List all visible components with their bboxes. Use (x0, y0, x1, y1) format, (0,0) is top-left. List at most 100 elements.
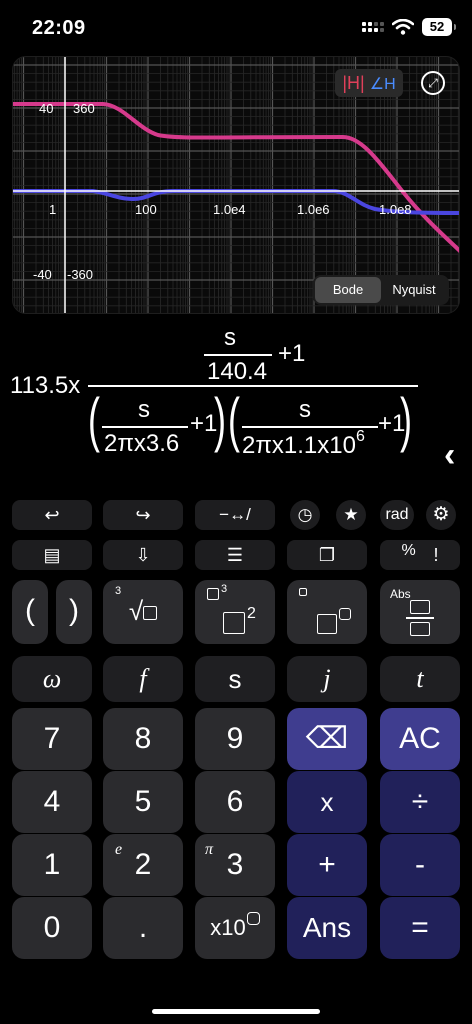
y-right-label-bottom: -360 (67, 267, 94, 282)
radical-sign: √ (128, 596, 144, 626)
cube-root-index: 3 (115, 585, 122, 597)
abs-fraction-key[interactable]: Abs (380, 580, 460, 644)
equals-key[interactable]: = (380, 897, 460, 959)
divide-key[interactable]: ÷ (380, 771, 460, 833)
e-label: e (115, 841, 123, 858)
x-label-1: 1 (49, 202, 57, 217)
cellular-icon (362, 22, 384, 32)
close-paren-key[interactable]: ) (56, 580, 92, 644)
x-label-1e4: 1.0e4 (213, 202, 246, 217)
gear-icon[interactable]: ⚙ (426, 500, 456, 530)
digit-7-key[interactable]: 7 (12, 708, 92, 770)
times-ten-label: x10 (210, 915, 246, 940)
status-icons: 52 (362, 18, 456, 36)
plot-mode-segmented-control[interactable]: Bode Nyquist (313, 275, 449, 305)
factor1-open-paren: ( (88, 386, 100, 453)
y-right-label-top: 360 (73, 101, 95, 116)
digit-9-key[interactable]: 9 (195, 708, 275, 770)
factor1-numerator: s (138, 396, 150, 423)
x-label-1e8: 1.0e8 (379, 202, 412, 217)
times-ten-power-key[interactable]: x10 (195, 897, 275, 959)
digit-2-key[interactable]: e 2 (103, 834, 183, 896)
sliders-icon[interactable]: ☰ (195, 540, 275, 570)
digit-2-label: 2 (134, 848, 152, 881)
chevron-left-icon[interactable]: ‹ (444, 436, 455, 475)
f-key[interactable]: f (103, 656, 183, 702)
multiply-key[interactable]: x (287, 771, 367, 833)
bode-plot[interactable]: 40 360 -40 -360 1 100 1.0e4 1.0e6 1.0e8 … (12, 56, 460, 314)
placeholder-box (317, 614, 337, 634)
expression-display[interactable]: s 140.4 +1 113.5x ( s 2πx3.6 +1 ) ( s 2π… (0, 318, 472, 488)
top-denominator: 140.4 (207, 358, 268, 385)
tray-icon[interactable]: ▤ (12, 540, 92, 570)
factor2-open-paren: ( (228, 386, 240, 453)
placeholder-box (299, 588, 307, 596)
j-key[interactable]: j (287, 656, 367, 702)
placeholder-box (339, 608, 351, 620)
digit-4-key[interactable]: 4 (12, 771, 92, 833)
percent-factorial-button[interactable]: % ! (380, 540, 460, 570)
top-fraction-bar (204, 354, 272, 356)
paren-key-group: ( ) (12, 580, 92, 644)
home-indicator[interactable] (152, 1009, 320, 1014)
expand-icon[interactable]: ⤢ (421, 71, 445, 95)
plus-key[interactable]: + (287, 834, 367, 896)
percent-label: % (401, 542, 416, 559)
tab-nyquist[interactable]: Nyquist (381, 277, 447, 303)
s-key[interactable]: s (195, 656, 275, 702)
tab-bode[interactable]: Bode (315, 277, 381, 303)
curve-toggle-badge[interactable]: |H| ∠H (335, 69, 403, 97)
power-key[interactable]: 3 2 (195, 580, 275, 644)
placeholder-box (246, 912, 260, 925)
cube-root-key[interactable]: 3 √ (103, 580, 183, 644)
angle-mode-button[interactable]: rad (380, 500, 414, 530)
digit-6-key[interactable]: 6 (195, 771, 275, 833)
redo-button[interactable]: ↪ (103, 500, 183, 530)
digit-8-key[interactable]: 8 (103, 708, 183, 770)
minus-key[interactable]: - (380, 834, 460, 896)
windows-icon[interactable]: ❐ (287, 540, 367, 570)
decimal-point-key[interactable]: . (103, 897, 183, 959)
placeholder-box (410, 622, 430, 636)
x-label-1e6: 1.0e6 (297, 202, 330, 217)
abs-label: Abs (390, 587, 411, 601)
omega-key[interactable]: ω (12, 656, 92, 702)
phase-toggle[interactable]: ∠H (370, 76, 396, 93)
x-label-100: 100 (135, 202, 157, 217)
y-left-label-top: 40 (39, 101, 54, 116)
fraction-line (406, 617, 434, 619)
digit-5-key[interactable]: 5 (103, 771, 183, 833)
ans-key[interactable]: Ans (287, 897, 367, 959)
digit-3-key[interactable]: π 3 (195, 834, 275, 896)
save-icon[interactable]: ⇩ (103, 540, 183, 570)
digit-1-key[interactable]: 1 (12, 834, 92, 896)
wifi-icon (392, 19, 414, 35)
factor2-numerator: s (299, 396, 311, 423)
undo-button[interactable]: ↩ (12, 500, 92, 530)
cube-exponent: 3 (221, 583, 228, 595)
favorite-icon[interactable]: ★ (336, 500, 366, 530)
main-fraction-bar (88, 385, 418, 387)
placeholder-box (410, 600, 430, 614)
factor1-close-paren: ) (214, 386, 226, 453)
factorial-label: ! (433, 545, 439, 565)
status-bar: 22:09 52 (0, 0, 472, 56)
y-left-label-bottom: -40 (33, 267, 52, 282)
all-clear-key[interactable]: AC (380, 708, 460, 770)
nth-root-key[interactable] (287, 580, 367, 644)
magnitude-toggle[interactable]: |H| (342, 73, 364, 93)
factor2-close-paren: ) (400, 386, 412, 453)
coefficient: 113.5x (10, 372, 81, 399)
clock: 22:09 (32, 17, 86, 39)
open-paren-key[interactable]: ( (12, 580, 48, 644)
placeholder-box (223, 612, 245, 634)
t-key[interactable]: t (380, 656, 460, 702)
digit-0-key[interactable]: 0 (12, 897, 92, 959)
digit-3-label: 3 (226, 848, 244, 881)
history-icon[interactable]: ◷ (290, 500, 320, 530)
backspace-key[interactable]: ⌫ (287, 708, 367, 770)
factor2-denominator: 2πx1.1x10 (242, 432, 356, 459)
convert-button[interactable]: −↔/ (195, 500, 275, 530)
battery-icon: 52 (422, 18, 456, 36)
factor1-denominator: 2πx3.6 (104, 430, 180, 457)
